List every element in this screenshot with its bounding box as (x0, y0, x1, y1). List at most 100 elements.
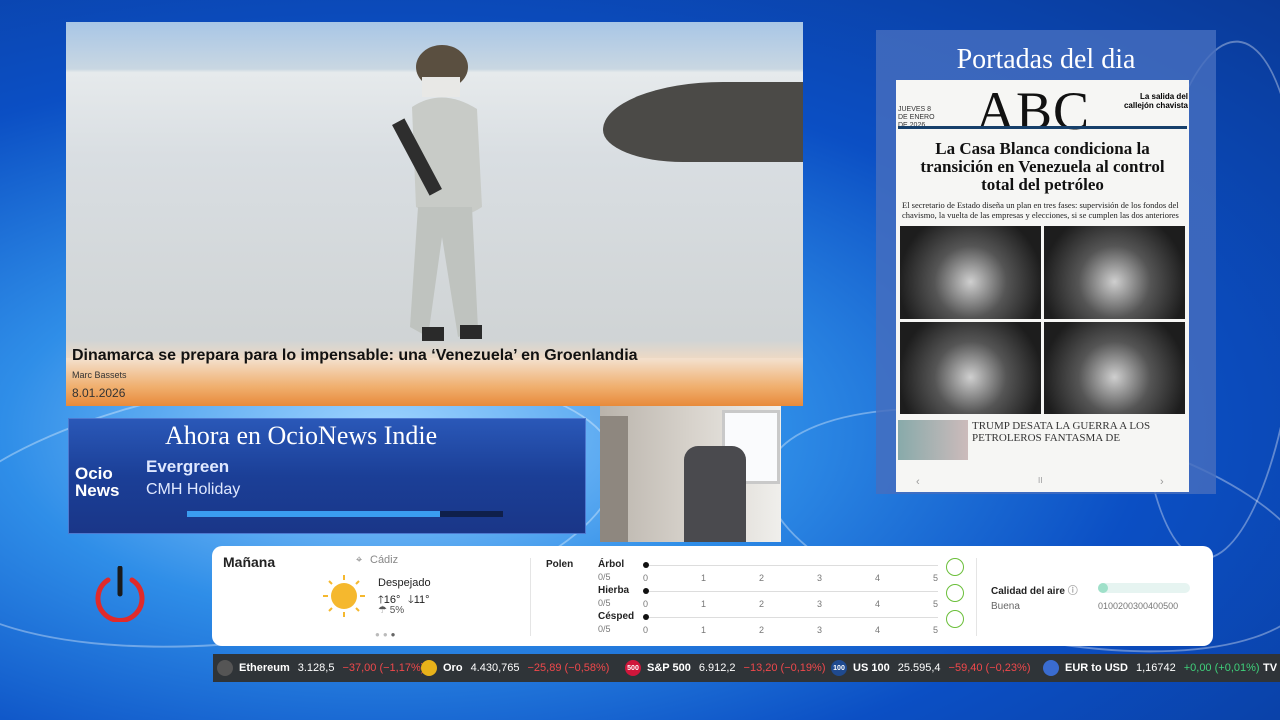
cover-photo (900, 321, 1041, 414)
cover-photo (1044, 226, 1185, 319)
cover-pause-icon[interactable]: II (1038, 476, 1042, 485)
pollen-scale-tick: 1 (701, 573, 707, 583)
now-playing-title: Ahora en OcioNews Indie (165, 421, 438, 450)
ticker-value: 3.128,5 (297, 662, 335, 674)
ticker-change: −25,89 (−0,58%) (527, 662, 610, 674)
tree-icon (946, 558, 964, 576)
pollen-scale-tick: 2 (759, 573, 765, 583)
ticker-name: Ethereum (239, 662, 290, 674)
pollen-name: Césped (598, 611, 635, 622)
cover-title: La Casa Blanca condiciona la transición … (920, 139, 1165, 194)
ticker-name: S&P 500 (647, 662, 691, 674)
weather-widget: Mañana ⌖ Cádiz Despejado 🡑16° 🡓11° ☂ 5% … (212, 546, 1213, 646)
ticker-value: 25.595,4 (897, 662, 941, 674)
tradingview-logo[interactable]: TV (1263, 654, 1277, 682)
ticker-name: EUR to USD (1065, 662, 1128, 674)
pollen-scale-tick: 0 (643, 625, 649, 635)
air-quality-value: Buena (991, 601, 1020, 612)
ticker-value: 4.430,765 (470, 662, 520, 674)
cover-rule (898, 126, 1187, 129)
ticker-change: +0,00 (+0,01%) (1183, 662, 1260, 674)
pollen-scale-tick: 1 (701, 599, 707, 609)
power-icon[interactable] (94, 566, 146, 622)
cover-subtitle: El secretario de Estado diseña un plan e… (902, 200, 1179, 220)
ticker-name: US 100 (853, 662, 890, 674)
ticker-name: Oro (443, 662, 463, 674)
carousel-dots[interactable]: ●●● (375, 630, 399, 639)
weather-day: Mañana (223, 554, 276, 570)
herb-icon (946, 584, 964, 602)
ticker-value: 6.912,2 (698, 662, 736, 674)
pollen-scale-tick: 4 (875, 599, 881, 609)
ticker-change: −37,00 (−1,17%) (342, 662, 425, 674)
news-card[interactable]: Dinamarca se prepara para lo impensable:… (66, 22, 803, 406)
air-quality-label: Calidad del aire ⓘ (991, 582, 1078, 597)
cover-prev-icon[interactable]: ‹ (916, 476, 920, 488)
ticker-item[interactable]: EUR to USD 1,16742 +0,00 (+0,01%) (1043, 654, 1260, 682)
air-quality-label-text: Calidad del aire (991, 586, 1065, 597)
cover-photo-grid (900, 226, 1185, 414)
cover-photo (1044, 321, 1185, 414)
pollen-level: 0/5 (598, 598, 611, 608)
webcam-feed (600, 406, 781, 542)
news-headline[interactable]: Dinamarca se prepara para lo impensable:… (72, 347, 638, 365)
pollen-track (649, 617, 938, 618)
air-quality-bar (1098, 583, 1190, 593)
cover-nav: ‹ II › (896, 476, 1189, 492)
pollen-track (649, 565, 938, 566)
pollen-name: Hierba (598, 585, 630, 596)
weather-condition: Despejado (378, 577, 431, 589)
pollen-scale-tick: 2 (759, 625, 765, 635)
webcam-door (600, 416, 628, 542)
pollen-scale-tick: 1 (701, 625, 707, 635)
ticker-item[interactable]: 500 S&P 500 6.912,2 −13,20 (−0,19%) (625, 654, 825, 682)
ticker-item[interactable]: Oro 4.430,765 −25,89 (−0,58%) (421, 654, 609, 682)
pollen-scale-tick: 3 (817, 625, 823, 635)
air-quality-marker (1098, 583, 1108, 593)
cover-masthead: ABC (976, 81, 1091, 141)
news-photo-hill (603, 82, 803, 162)
ticker-item[interactable]: Ethereum 3.128,5 −37,00 (−1,17%) (217, 654, 424, 682)
webcam-chair (684, 446, 746, 542)
divider (976, 558, 977, 636)
pollen-scale-tick: 3 (817, 599, 823, 609)
pollen-scale-tick: 0 (643, 599, 649, 609)
temp-low: 🡓11° (408, 591, 430, 610)
ticker-item[interactable]: 100 US 100 25.595,4 −59,40 (−0,23%) (831, 654, 1030, 682)
pollen-track (649, 591, 938, 592)
front-page-panel: Portadas del dia JUEVES 8 DE ENERO DE 20… (876, 30, 1216, 494)
market-ticker: Ethereum 3.128,5 −37,00 (−1,17%) Oro 4.430,7… (213, 654, 1280, 682)
cover-next-icon[interactable]: › (1160, 476, 1164, 488)
cover-masthead-side: La salida del callejón chavista (1123, 92, 1188, 110)
track-title: Evergreen (146, 457, 230, 476)
temp-low-value: 11° (413, 594, 430, 606)
news-date: 8.01.2026 (72, 386, 126, 400)
logo-line-1: Ocio (75, 464, 113, 483)
pollen-scale-tick: 3 (817, 573, 823, 583)
sp500-icon: 500 (625, 660, 641, 676)
rain-chance-value: 5% (389, 605, 405, 616)
newspaper-cover[interactable]: JUEVES 8 DE ENERO DE 2026 ABC La salida … (896, 80, 1189, 492)
pollen-name: Árbol (598, 559, 625, 570)
pollen-scale-tick: 0 (643, 573, 649, 583)
info-icon[interactable]: ⓘ (1068, 586, 1078, 597)
cover-teaser-photo (898, 420, 968, 460)
news-photo-soldier (392, 45, 482, 341)
front-page-heading: Portadas del dia (956, 44, 1136, 75)
grass-icon (946, 610, 964, 628)
umbrella-icon: ☂ (378, 605, 387, 616)
cover-teaser: TRUMP DESATA LA GUERRA A LOS PETROLEROS … (972, 420, 1151, 444)
divider (530, 558, 531, 636)
pollen-scale-tick: 5 (933, 625, 939, 635)
pollen-scale-tick: 4 (875, 573, 881, 583)
news-photo (66, 22, 803, 358)
ticker-change: −59,40 (−0,23%) (948, 662, 1031, 674)
gold-icon (421, 660, 437, 676)
playback-progress-fill (187, 511, 440, 517)
pollen-level: 0/5 (598, 572, 611, 582)
pollen-scale-tick: 4 (875, 625, 881, 635)
sun-icon (323, 575, 365, 617)
rain-chance: ☂ 5% (378, 605, 404, 616)
eurusd-icon (1043, 660, 1059, 676)
pollen-label: Polen (546, 559, 574, 570)
